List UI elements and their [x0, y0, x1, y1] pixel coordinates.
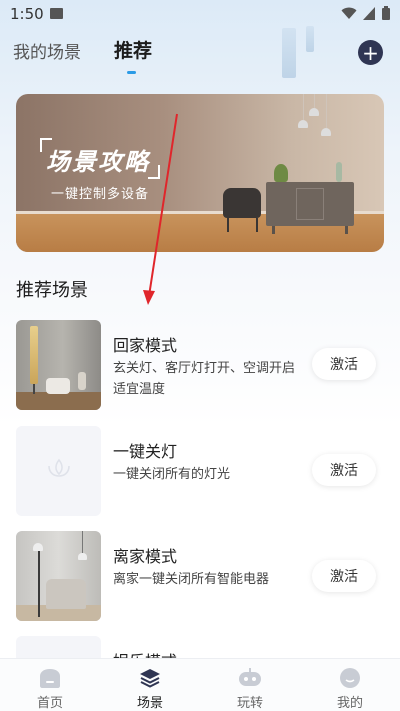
bracket-decor: [148, 165, 160, 179]
tab-my-scenes[interactable]: 我的场景: [13, 38, 81, 63]
bracket-decor: [40, 138, 52, 152]
gamepad-icon: [239, 668, 261, 686]
nav-label: 场景: [136, 696, 163, 711]
nav-item-profile[interactable]: 我的: [300, 659, 400, 711]
banner-subtitle: 一键控制多设备: [51, 187, 150, 202]
nav-label: 我的: [336, 696, 363, 711]
signal-icon: [363, 6, 375, 20]
image-icon: [50, 8, 63, 19]
plus-icon: +: [362, 40, 379, 65]
scene-item[interactable]: 一键关灯 一键关闭所有的灯光 激活: [16, 426, 384, 516]
banner-title: 场景攻略: [46, 148, 150, 176]
activate-button[interactable]: 激活: [312, 560, 376, 592]
scene-name: 一键关灯: [113, 442, 178, 461]
scene-thumbnail: [16, 531, 101, 621]
top-tabs: 我的场景 推荐: [0, 36, 400, 80]
guide-banner[interactable]: 场景攻略 一键控制多设备: [16, 94, 384, 252]
banner-decor: [326, 94, 327, 128]
battery-icon: [382, 6, 390, 20]
banner-decor: [274, 164, 288, 182]
banner-decor: [223, 188, 261, 218]
banner-decor: [314, 94, 315, 108]
banner-decor: [303, 94, 304, 120]
banner-decor: [266, 182, 354, 226]
banner-decor: [309, 108, 319, 116]
banner-decor: [227, 218, 229, 232]
nav-label: 玩转: [236, 696, 263, 711]
nav-label: 首页: [36, 696, 63, 711]
nav-item-home[interactable]: 首页: [0, 659, 100, 711]
layers-icon: [140, 669, 160, 688]
home-icon: [40, 669, 60, 688]
scene-description: 离家一键关闭所有智能电器: [113, 572, 270, 587]
scene-item[interactable]: 回家模式 玄关灯、客厅灯打开、空调开启适宜温度 激活: [16, 320, 384, 410]
scene-thumbnail: [16, 426, 101, 516]
banner-decor: [272, 226, 275, 234]
scene-name: 回家模式: [113, 336, 178, 355]
scene-description: 玄关灯、客厅灯打开、空调开启适宜温度: [113, 361, 296, 397]
active-tab-indicator: [127, 71, 136, 74]
scene-thumbnail: [16, 320, 101, 410]
banner-decor: [345, 226, 348, 234]
status-icons: [341, 6, 390, 20]
section-title: 推荐场景: [16, 280, 88, 301]
add-scene-button[interactable]: +: [358, 40, 383, 65]
banner-decor: [298, 120, 308, 128]
scene-name: 离家模式: [113, 547, 178, 566]
tab-recommended[interactable]: 推荐: [114, 36, 152, 63]
bottom-nav: 首页 场景 玩转 我的: [0, 658, 400, 711]
status-bar: 1:50: [0, 0, 400, 28]
status-time: 1:50: [10, 5, 44, 23]
nav-item-scenes[interactable]: 场景: [100, 659, 200, 711]
wifi-icon: [341, 7, 357, 19]
placeholder-logo-icon: [48, 458, 70, 477]
activate-button[interactable]: 激活: [312, 454, 376, 486]
banner-decor: [321, 128, 331, 136]
scene-description: 一键关闭所有的灯光: [113, 467, 231, 482]
activate-button[interactable]: 激活: [312, 348, 376, 380]
banner-title-box: 场景攻略: [40, 138, 160, 179]
profile-icon: [340, 668, 360, 688]
banner-decor: [256, 218, 258, 232]
scene-item[interactable]: 离家模式 离家一键关闭所有智能电器 激活: [16, 531, 384, 621]
banner-decor: [336, 162, 342, 182]
nav-item-explore[interactable]: 玩转: [200, 659, 300, 711]
